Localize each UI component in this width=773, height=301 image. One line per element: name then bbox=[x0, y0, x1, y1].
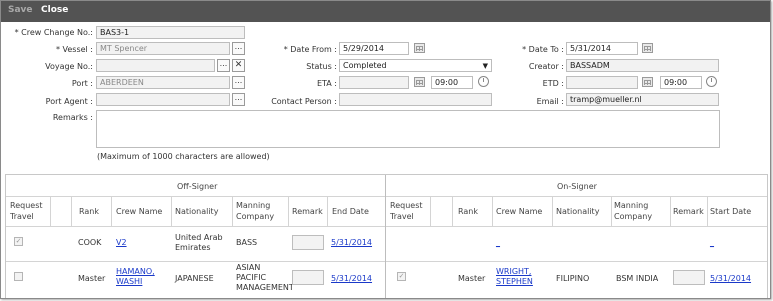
on-remark-field[interactable] bbox=[673, 270, 705, 285]
date-to-field[interactable]: 5/31/2014 bbox=[566, 42, 638, 55]
calendar-icon[interactable] bbox=[414, 77, 425, 87]
email-field[interactable]: tramp@mueller.nl bbox=[566, 93, 719, 106]
clear-icon[interactable]: ✕ bbox=[232, 59, 245, 72]
eta-date-field[interactable] bbox=[339, 76, 409, 89]
remarks-textarea[interactable] bbox=[96, 110, 720, 148]
status-select[interactable]: Completed ▼ bbox=[339, 59, 492, 72]
off-request-travel-checkbox[interactable] bbox=[14, 272, 23, 281]
on-signer-header: On-Signer bbox=[557, 182, 597, 191]
on-start-date-link[interactable]: 5/31/2014 bbox=[710, 274, 751, 284]
off-rank-cell: Master bbox=[78, 274, 106, 283]
port-lookup-button[interactable]: ... bbox=[232, 76, 245, 89]
date-from-label: * Date From : bbox=[283, 45, 337, 54]
etd-date-field[interactable] bbox=[566, 76, 638, 89]
on-manning-company-header[interactable]: Manning Company bbox=[614, 200, 668, 222]
on-manning-cell: BSM INDIA bbox=[616, 274, 659, 283]
voyage-no-field[interactable] bbox=[96, 59, 215, 72]
crew-change-no-label: * Crew Change No.: bbox=[14, 28, 93, 37]
off-rank-cell: COOK bbox=[78, 238, 102, 247]
off-nationality-header[interactable]: Nationality bbox=[175, 207, 218, 216]
voyage-lookup-button[interactable]: ... bbox=[217, 59, 230, 72]
on-crew-name-link[interactable]: WRIGHT, STEPHEN bbox=[496, 267, 548, 287]
vessel-label: * Vessel : bbox=[55, 45, 93, 54]
off-crew-name-link[interactable]: HAMANO, WASHI bbox=[116, 267, 166, 287]
on-rank-header[interactable]: Rank bbox=[458, 207, 478, 216]
creator-label: Creator : bbox=[528, 62, 564, 71]
on-start-date-header[interactable]: Start Date bbox=[710, 207, 751, 216]
status-value: Completed bbox=[343, 61, 387, 70]
off-signer-header: Off-Signer bbox=[177, 182, 218, 191]
creator-field[interactable]: BASSADM bbox=[566, 59, 719, 72]
off-nationality-cell: United Arab Emirates bbox=[175, 233, 223, 252]
remarks-note: (Maximum of 1000 characters are allowed) bbox=[97, 152, 270, 161]
off-manning-cell: ASIAN PACIFIC MANAGEMENT bbox=[236, 263, 294, 292]
off-rank-header[interactable]: Rank bbox=[79, 207, 99, 216]
clock-icon[interactable] bbox=[478, 76, 489, 87]
close-button[interactable]: Close bbox=[41, 5, 68, 15]
date-from-field[interactable]: 5/29/2014 bbox=[339, 42, 409, 55]
on-nationality-cell: FILIPINO bbox=[556, 274, 590, 283]
on-crew-name-link[interactable]: _ bbox=[496, 238, 500, 248]
crew-change-window: Save Close * Crew Change No.: BAS3-1 * V… bbox=[0, 0, 771, 299]
calendar-icon[interactable] bbox=[414, 43, 425, 53]
port-field[interactable]: ABERDEEN bbox=[96, 76, 230, 89]
off-manning-cell: BASS bbox=[236, 238, 258, 247]
crew-change-no-field[interactable]: BAS3-1 bbox=[96, 26, 245, 39]
date-to-label: * Date To : bbox=[522, 45, 564, 54]
etd-time-field[interactable]: 09:00 bbox=[660, 76, 702, 89]
off-crew-name-link[interactable]: V2 bbox=[116, 238, 127, 248]
on-request-travel-header[interactable]: Request Travel bbox=[390, 200, 428, 222]
contact-person-label: Contact Person : bbox=[271, 97, 337, 106]
vessel-lookup-button[interactable]: ... bbox=[232, 42, 245, 55]
email-label: Email : bbox=[536, 97, 564, 106]
on-rank-cell: Master bbox=[458, 274, 486, 283]
port-agent-label: Port Agent : bbox=[45, 97, 93, 106]
off-end-date-header[interactable]: End Date bbox=[332, 207, 369, 216]
calendar-icon[interactable] bbox=[642, 43, 653, 53]
eta-label: ETA : bbox=[316, 79, 337, 88]
on-nationality-header[interactable]: Nationality bbox=[556, 207, 599, 216]
off-end-date-link[interactable]: 5/31/2014 bbox=[331, 274, 372, 284]
off-request-travel-checkbox[interactable]: ✓ bbox=[14, 237, 23, 246]
on-crew-name-header[interactable]: Crew Name bbox=[496, 207, 542, 216]
off-nationality-cell: JAPANESE bbox=[175, 274, 214, 283]
port-agent-field[interactable] bbox=[96, 93, 230, 106]
on-start-date-link[interactable]: _ bbox=[710, 238, 714, 248]
off-remark-header[interactable]: Remark bbox=[292, 207, 323, 216]
port-label: Port : bbox=[71, 79, 93, 88]
remarks-label: Remarks : bbox=[52, 113, 93, 122]
on-remark-header[interactable]: Remark bbox=[673, 207, 704, 216]
save-button[interactable]: Save bbox=[8, 5, 33, 15]
off-end-date-link[interactable]: 5/31/2014 bbox=[331, 238, 372, 248]
voyage-no-label: Voyage No.: bbox=[45, 62, 93, 71]
toolbar: Save Close bbox=[1, 1, 770, 22]
off-request-travel-header[interactable]: Request Travel bbox=[10, 200, 48, 222]
dropdown-arrow-icon: ▼ bbox=[482, 62, 488, 70]
calendar-icon[interactable] bbox=[642, 77, 653, 87]
off-remark-field[interactable] bbox=[292, 270, 324, 285]
contact-person-field[interactable] bbox=[339, 93, 492, 106]
crew-grid: Off-Signer On-Signer Request Travel Rank… bbox=[5, 174, 768, 298]
off-remark-field[interactable] bbox=[292, 235, 324, 250]
off-manning-company-header[interactable]: Manning Company bbox=[236, 200, 286, 222]
on-request-travel-checkbox[interactable]: ✓ bbox=[397, 272, 406, 281]
vessel-field[interactable]: MT Spencer bbox=[96, 42, 230, 55]
port-agent-lookup-button[interactable]: ... bbox=[232, 93, 245, 106]
clock-icon[interactable] bbox=[706, 76, 717, 87]
status-label: Status : bbox=[306, 62, 337, 71]
eta-time-field[interactable]: 09:00 bbox=[431, 76, 473, 89]
off-crew-name-header[interactable]: Crew Name bbox=[116, 207, 162, 216]
etd-label: ETD : bbox=[542, 79, 564, 88]
